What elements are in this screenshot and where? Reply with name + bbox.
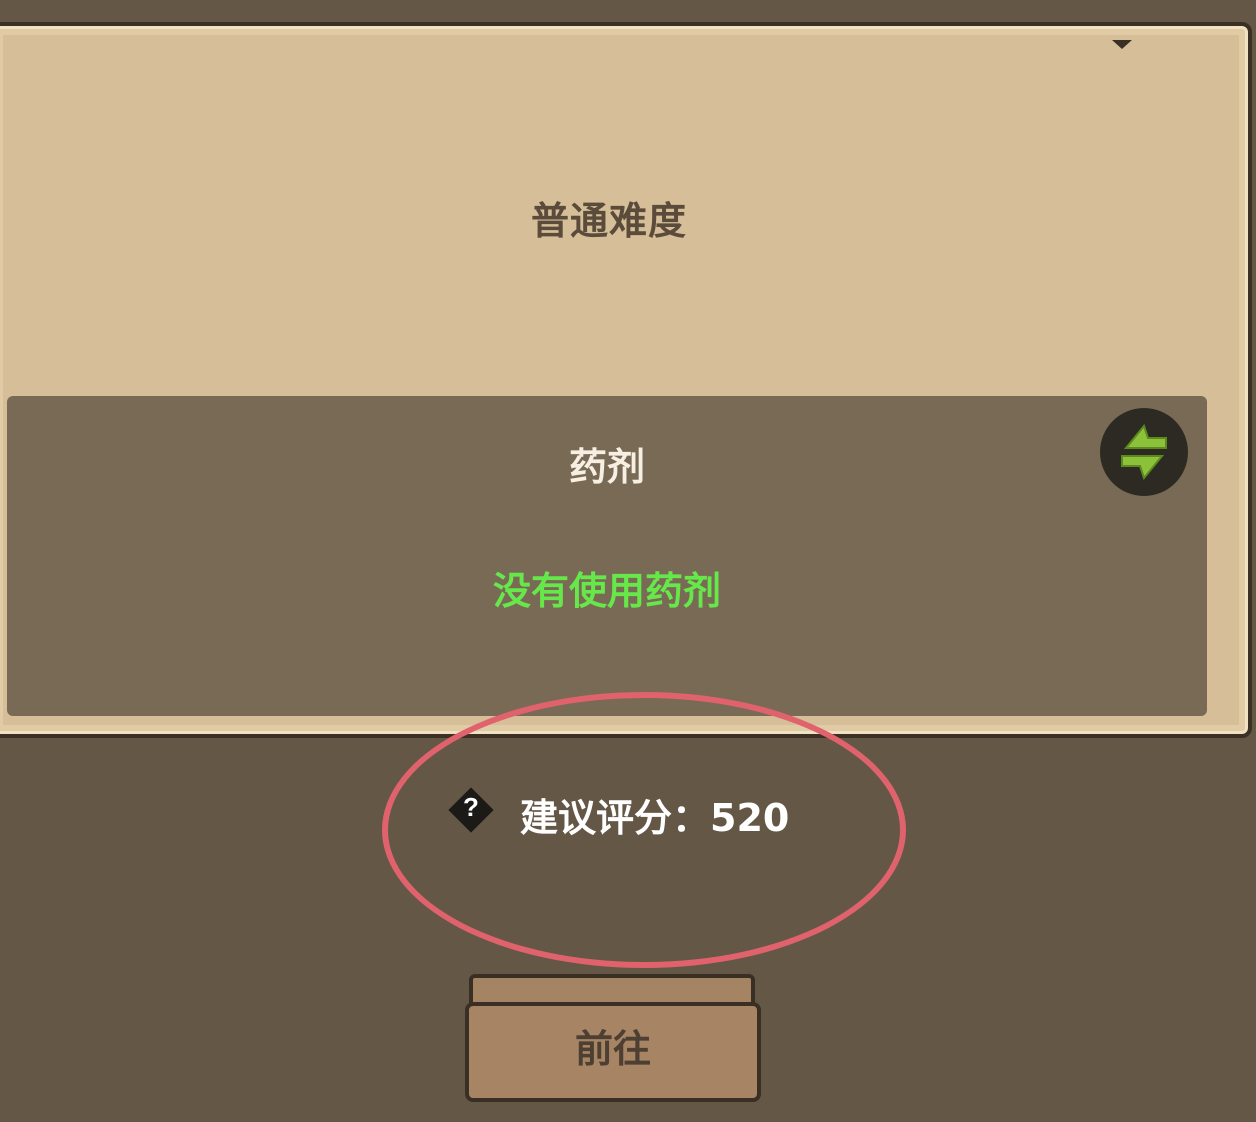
potion-title: 药剂 <box>568 445 645 489</box>
potion-status: 没有使用药剂 <box>492 569 721 613</box>
recommended-score-row: ? 建议评分：520 <box>440 780 860 840</box>
potion-section: 药剂 没有使用药剂 <box>7 396 1207 716</box>
help-symbol: ? <box>463 792 479 822</box>
panel-notch <box>1112 40 1132 49</box>
swap-arrows-icon <box>1121 423 1167 481</box>
recommended-score-label: 建议评分：520 <box>520 796 790 840</box>
go-button-label: 前往 <box>574 1027 651 1071</box>
difficulty-title: 普通难度 <box>530 199 687 243</box>
go-button[interactable]: 前往 <box>465 974 761 1106</box>
question-icon[interactable]: ? <box>448 787 494 833</box>
swap-potion-button[interactable] <box>1100 408 1188 496</box>
difficulty-panel: 普通难度 药剂 没有使用药剂 <box>0 22 1252 738</box>
